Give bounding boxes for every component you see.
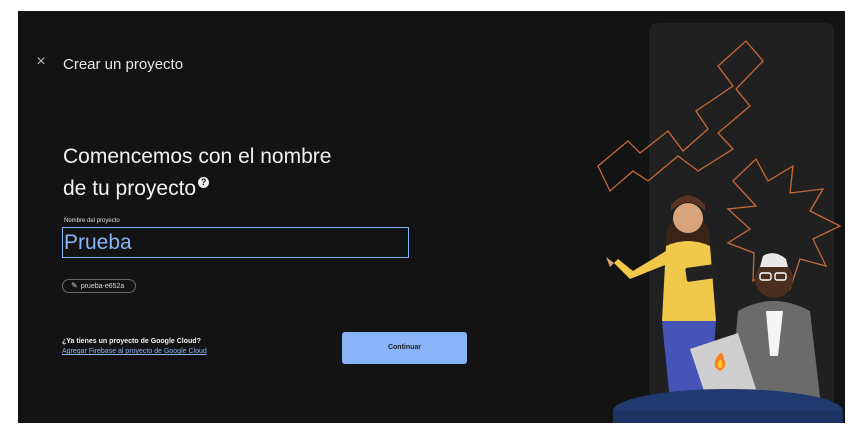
project-name-input[interactable]	[64, 229, 394, 256]
heading-line-1: Comencemos con el nombre	[63, 145, 332, 168]
project-name-label: Nombre del proyecto	[64, 218, 120, 224]
create-project-dialog: × Crear un proyecto Comencemos con el no…	[18, 11, 845, 423]
page-heading: Comencemos con el nombre de tu proyecto?	[63, 141, 393, 205]
google-cloud-question: ¿Ya tienes un proyecto de Google Cloud?	[62, 338, 201, 345]
add-firebase-to-gcp-link[interactable]: Agregar Firebase al proyecto de Google C…	[62, 348, 207, 355]
project-id-text: prueba-e652a	[80, 283, 125, 290]
dialog-title: Crear un proyecto	[63, 56, 184, 73]
heading-line-2: de tu proyecto	[63, 177, 197, 200]
pencil-icon: ✎	[71, 281, 78, 290]
help-icon[interactable]: ?	[198, 177, 210, 188]
project-name-field	[62, 227, 409, 258]
illustration	[597, 23, 843, 423]
close-icon[interactable]: ×	[34, 54, 48, 70]
continue-button[interactable]: Continuar	[342, 332, 467, 364]
project-id-chip[interactable]: ✎ prueba-e652a	[62, 279, 136, 293]
